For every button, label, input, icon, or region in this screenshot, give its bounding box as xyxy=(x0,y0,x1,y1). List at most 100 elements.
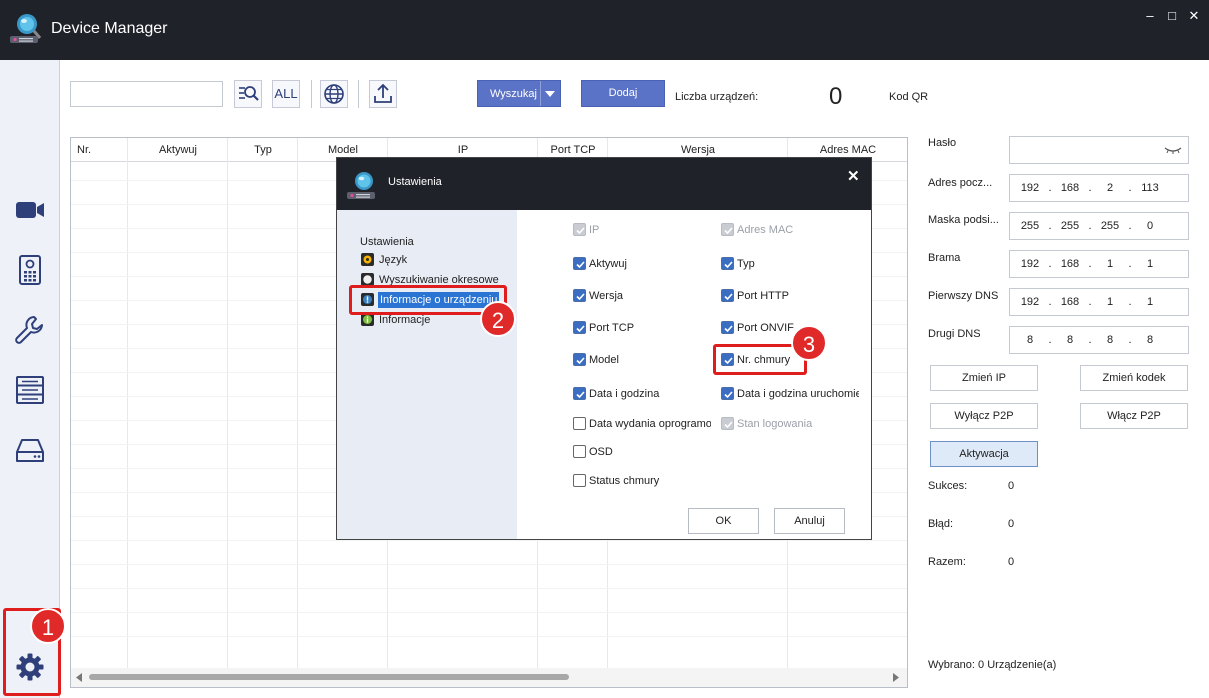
column-header[interactable]: Typ xyxy=(228,144,298,156)
column-header[interactable]: Wersja xyxy=(608,144,788,156)
scroll-left-icon[interactable] xyxy=(76,673,82,682)
password-field[interactable] xyxy=(1009,136,1189,164)
checkbox-box xyxy=(721,223,734,236)
toolbar-divider xyxy=(358,80,359,108)
column-header[interactable]: Model xyxy=(298,144,388,156)
cancel-button[interactable]: Anuluj xyxy=(774,508,845,534)
ip-dot: . xyxy=(1128,258,1132,270)
ip-dot: . xyxy=(1088,296,1092,308)
checkbox-box xyxy=(721,417,734,430)
sidebar xyxy=(0,60,60,698)
ip-octet: 192 xyxy=(1020,296,1040,308)
add-button[interactable]: Dodaj xyxy=(581,80,665,107)
step-marker-3: 3 xyxy=(791,325,827,361)
ip-octet: 8 xyxy=(1106,334,1114,346)
checkbox-box[interactable] xyxy=(573,257,586,270)
column-header[interactable]: Aktywuj xyxy=(128,144,228,156)
column-header[interactable]: Nr. xyxy=(77,144,107,156)
selected-count: Wybrano: 0 Urządzenie(a) xyxy=(928,659,1057,671)
gateway-field[interactable]: 192 . 168 . 1 . 1 xyxy=(1009,250,1189,278)
checkbox-box xyxy=(573,223,586,236)
checkbox-label: Typ xyxy=(737,258,755,270)
checkbox-box[interactable] xyxy=(721,289,734,302)
search-input[interactable] xyxy=(70,81,223,107)
checkbox-box[interactable] xyxy=(573,445,586,458)
upload-icon xyxy=(374,83,392,103)
dialog-logo-icon xyxy=(347,172,375,199)
secondary-dns-label: Drugi DNS xyxy=(928,328,981,340)
search-dropdown-button[interactable]: Wyszukaj xyxy=(477,80,561,107)
change-code-button[interactable]: Zmień kodek xyxy=(1080,365,1188,391)
column-header[interactable]: Adres MAC xyxy=(788,144,907,156)
dialog-title: Ustawienia xyxy=(388,176,442,188)
enable-p2p-button[interactable]: Włącz P2P xyxy=(1080,403,1188,429)
subnet-mask-field[interactable]: 255 . 255 . 255 . 0 xyxy=(1009,212,1189,240)
start-address-field[interactable]: 192 . 168 . 2 . 113 xyxy=(1009,174,1189,202)
ip-octet: 168 xyxy=(1060,182,1080,194)
scrollbar-thumb[interactable] xyxy=(89,674,569,680)
secondary-dns-field[interactable]: 8 . 8 . 8 . 8 xyxy=(1009,326,1189,354)
qr-code-label[interactable]: Kod QR xyxy=(889,91,928,103)
storage-icon[interactable] xyxy=(14,434,46,466)
checkbox-box[interactable] xyxy=(573,417,586,430)
nvr-icon[interactable] xyxy=(14,374,46,406)
ok-button[interactable]: OK xyxy=(688,508,759,534)
all-button[interactable]: ALL xyxy=(272,80,300,108)
checkbox-box[interactable] xyxy=(721,257,734,270)
checkbox-box[interactable] xyxy=(573,289,586,302)
checkbox-box[interactable] xyxy=(721,321,734,334)
app-title: Device Manager xyxy=(51,20,168,37)
globe-button[interactable] xyxy=(320,80,348,108)
gear-icon[interactable] xyxy=(15,652,45,682)
minimize-button[interactable]: – xyxy=(1141,8,1159,24)
checkbox-box[interactable] xyxy=(573,353,586,366)
scroll-right-icon[interactable] xyxy=(893,673,899,682)
ip-dot: . xyxy=(1048,220,1052,232)
search-ip-button[interactable] xyxy=(234,80,262,108)
checkbox-box[interactable] xyxy=(573,387,586,400)
checkbox-label: Data i godzina xyxy=(589,388,660,400)
settings-tree: Ustawienia Język Wyszukiwanie okresowe I… xyxy=(337,210,517,539)
ip-dot: . xyxy=(1048,182,1052,194)
camera-icon[interactable] xyxy=(14,194,46,226)
checkbox-box[interactable] xyxy=(721,387,734,400)
intercom-icon[interactable] xyxy=(14,254,46,286)
horizontal-scrollbar[interactable] xyxy=(71,668,907,687)
globe-icon xyxy=(324,84,344,104)
column-header[interactable]: IP xyxy=(388,144,538,156)
ip-dot: . xyxy=(1048,334,1052,346)
tree-root[interactable]: Ustawienia xyxy=(360,234,414,250)
eye-closed-icon[interactable] xyxy=(1164,146,1182,154)
checkbox-label: Stan logowania xyxy=(737,418,813,430)
disable-p2p-button[interactable]: Wyłącz P2P xyxy=(930,403,1038,429)
ip-octet: 192 xyxy=(1020,258,1040,270)
ip-octet: 168 xyxy=(1060,296,1080,308)
maximize-button[interactable]: □ xyxy=(1163,8,1181,24)
activation-button[interactable]: Aktywacja xyxy=(930,441,1038,467)
ip-dot: . xyxy=(1088,182,1092,194)
dialog-close-button[interactable]: ✕ xyxy=(847,167,860,185)
checkbox-label: OSD xyxy=(589,446,613,458)
column-header[interactable]: Port TCP xyxy=(538,144,608,156)
toolbar-divider xyxy=(311,80,312,108)
ip-octet: 1 xyxy=(1106,296,1114,308)
checkbox-firmware-date[interactable]: Data wydania oprogramow xyxy=(573,417,711,433)
checkbox-label: IP xyxy=(589,224,600,236)
wrench-icon[interactable] xyxy=(14,314,46,346)
checkbox-label: Data i godzina uruchomien xyxy=(737,388,859,400)
row-divider xyxy=(71,588,907,589)
checkbox-boot-date-time[interactable]: Data i godzina uruchomien xyxy=(721,387,859,403)
checkbox-label: Data wydania oprogramow xyxy=(589,418,711,430)
checkbox-box[interactable] xyxy=(573,474,586,487)
upload-button[interactable] xyxy=(369,80,397,108)
checkbox-box[interactable] xyxy=(573,321,586,334)
error-value: 0 xyxy=(1008,518,1015,530)
change-ip-button[interactable]: Zmień IP xyxy=(930,365,1038,391)
primary-dns-field[interactable]: 192 . 168 . 1 . 1 xyxy=(1009,288,1189,316)
ip-octet: 2 xyxy=(1106,182,1114,194)
tree-item-language[interactable]: Język xyxy=(379,252,407,268)
ip-dot: . xyxy=(1088,220,1092,232)
close-button[interactable]: ✕ xyxy=(1185,8,1203,24)
ip-octet: 1 xyxy=(1106,258,1114,270)
language-icon xyxy=(361,253,374,266)
